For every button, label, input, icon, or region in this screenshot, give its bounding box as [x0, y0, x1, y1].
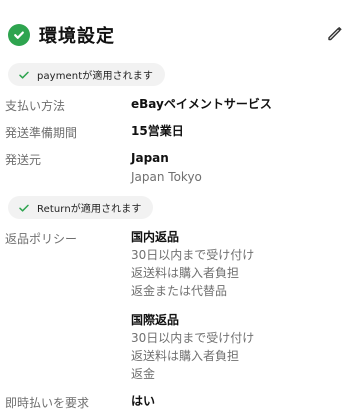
return-policy-applied-text: Returnが適用されます: [37, 204, 142, 215]
international-return-title: 国際返品: [131, 313, 180, 327]
domestic-return-title: 国内返品: [131, 230, 180, 244]
check-icon: [18, 69, 30, 81]
immediate-payment-value: はい: [131, 394, 156, 408]
international-return-window: 30日以内まで受け付け: [131, 331, 255, 345]
ship-from-city: Japan Tokyo: [131, 170, 202, 184]
domestic-return-window: 30日以内まで受け付け: [131, 248, 255, 262]
section-header: 環境設定: [8, 22, 115, 48]
handling-time-value: 15営業日: [131, 124, 184, 138]
return-policy-label: 返品ポリシー: [5, 232, 78, 246]
payment-policy-applied-text: paymentが適用されます: [37, 71, 153, 82]
section-title: 環境設定: [39, 26, 115, 47]
international-return-shipping: 返送料は購入者負担: [131, 349, 240, 363]
ship-from-label: 発送元: [5, 153, 42, 167]
ship-from-country: Japan: [131, 151, 169, 165]
check-circle-icon: [8, 24, 30, 46]
payment-policy-applied-pill: paymentが適用されます: [8, 63, 165, 86]
payment-method-value: eBayペイメントサービス: [131, 97, 272, 111]
domestic-return-shipping: 返送料は購入者負担: [131, 266, 240, 280]
edit-icon[interactable]: [326, 24, 344, 42]
immediate-payment-label: 即時払いを要求: [5, 396, 90, 410]
payment-method-label: 支払い方法: [5, 99, 66, 113]
return-policy-applied-pill: Returnが適用されます: [8, 196, 154, 219]
domestic-return-refund: 返金または代替品: [131, 284, 228, 298]
international-return-refund: 返金: [131, 367, 156, 381]
check-icon: [18, 202, 30, 214]
handling-time-label: 発送準備期間: [5, 126, 78, 140]
